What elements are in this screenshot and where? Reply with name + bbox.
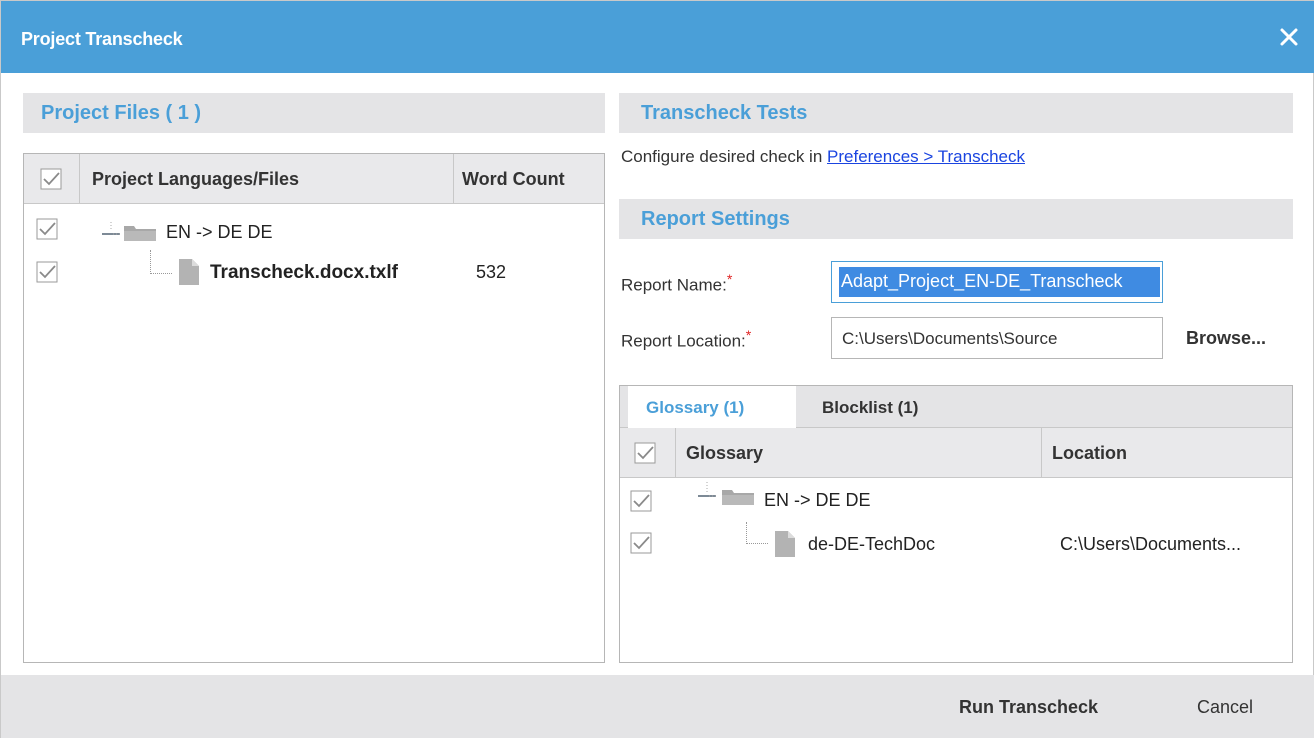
report-settings-header: Report Settings — [619, 199, 1293, 239]
close-icon[interactable] — [1277, 25, 1301, 49]
folder-icon — [122, 222, 158, 242]
resources-tabbar: Glossary (1) Blocklist (1) — [620, 386, 1292, 428]
collapse-minus-icon[interactable] — [696, 482, 718, 502]
project-files-header: Project Files ( 1 ) — [23, 93, 605, 133]
file-icon — [178, 258, 200, 286]
checkbox-checked-icon[interactable] — [36, 218, 58, 240]
column-header-glossary[interactable]: Glossary — [676, 428, 1042, 478]
preferences-transcheck-link[interactable]: Preferences > Transcheck — [827, 147, 1025, 166]
select-all-column — [24, 154, 80, 204]
dialog-footer: Run Transcheck Cancel — [1, 675, 1314, 738]
project-transcheck-dialog: Project Transcheck Project Files ( 1 ) P… — [0, 0, 1314, 738]
language-pair-label: EN -> DE DE — [166, 222, 273, 242]
cancel-button[interactable]: Cancel — [1197, 697, 1253, 718]
checkbox-checked-icon[interactable] — [40, 168, 62, 190]
tree-connector — [150, 250, 172, 274]
folder-icon — [720, 486, 756, 506]
report-settings-title: Report Settings — [641, 208, 790, 230]
report-name-label: Report Name:* — [621, 272, 732, 296]
required-mark: * — [745, 328, 752, 344]
glossary-grid-header: Glossary Location — [620, 428, 1292, 478]
required-mark: * — [726, 272, 733, 288]
tab-blocklist-label: Blocklist (1) — [822, 398, 919, 417]
run-transcheck-button[interactable]: Run Transcheck — [959, 697, 1098, 718]
glossary-name[interactable]: de-DE-TechDoc — [808, 534, 935, 555]
column-header-glossary-label: Glossary — [686, 443, 764, 463]
title-bar: Project Transcheck — [1, 1, 1314, 73]
tests-description-text: Configure desired check in — [621, 147, 828, 166]
report-name-label-text: Report Name: — [621, 275, 727, 295]
word-count-value: 532 — [476, 262, 507, 282]
checkbox-checked-icon[interactable] — [634, 442, 656, 464]
column-header-word-count[interactable]: Word Count — [454, 154, 604, 204]
transcheck-tests-title: Transcheck Tests — [641, 102, 808, 124]
transcheck-tests-header: Transcheck Tests — [619, 93, 1293, 133]
report-location-input[interactable]: C:\Users\Documents\Source — [831, 317, 1163, 359]
column-header-files-label: Project Languages/Files — [92, 169, 300, 189]
glossary-location: C:\Users\Documents... — [1060, 534, 1242, 554]
tab-blocklist[interactable]: Blocklist (1) — [796, 386, 956, 428]
report-location-label-text: Report Location: — [621, 331, 746, 351]
collapse-minus-icon[interactable] — [100, 222, 122, 242]
tests-description: Configure desired check in Preferences >… — [621, 147, 1025, 167]
column-header-files[interactable]: Project Languages/Files — [80, 154, 454, 204]
report-location-label: Report Location:* — [621, 328, 751, 352]
checkbox-checked-icon[interactable] — [630, 532, 652, 554]
project-files-title: Project Files ( 1 ) — [41, 102, 202, 124]
column-header-location-label: Location — [1052, 443, 1127, 463]
file-name[interactable]: Transcheck.docx.txlf — [210, 262, 398, 284]
tab-glossary[interactable]: Glossary (1) — [628, 386, 796, 428]
column-header-word-count-label: Word Count — [462, 169, 565, 189]
glossary-language-pair-label: EN -> DE DE — [764, 490, 871, 510]
resources-panel: Glossary (1) Blocklist (1) Glossary Loca… — [619, 385, 1293, 663]
select-all-column — [620, 428, 676, 478]
dialog-title: Project Transcheck — [21, 29, 183, 49]
report-name-value[interactable]: Adapt_Project_EN-DE_Transcheck — [839, 267, 1160, 297]
tree-connector — [746, 522, 768, 544]
report-location-value: C:\Users\Documents\Source — [842, 329, 1058, 348]
project-files-grid-header: Project Languages/Files Word Count — [24, 154, 604, 204]
checkbox-checked-icon[interactable] — [630, 490, 652, 512]
checkbox-checked-icon[interactable] — [36, 261, 58, 283]
browse-button[interactable]: Browse... — [1186, 328, 1266, 349]
file-icon — [774, 530, 796, 558]
project-files-grid: Project Languages/Files Word Count EN ->… — [23, 153, 605, 663]
column-header-location[interactable]: Location — [1042, 428, 1292, 478]
tab-glossary-label: Glossary (1) — [646, 398, 745, 417]
